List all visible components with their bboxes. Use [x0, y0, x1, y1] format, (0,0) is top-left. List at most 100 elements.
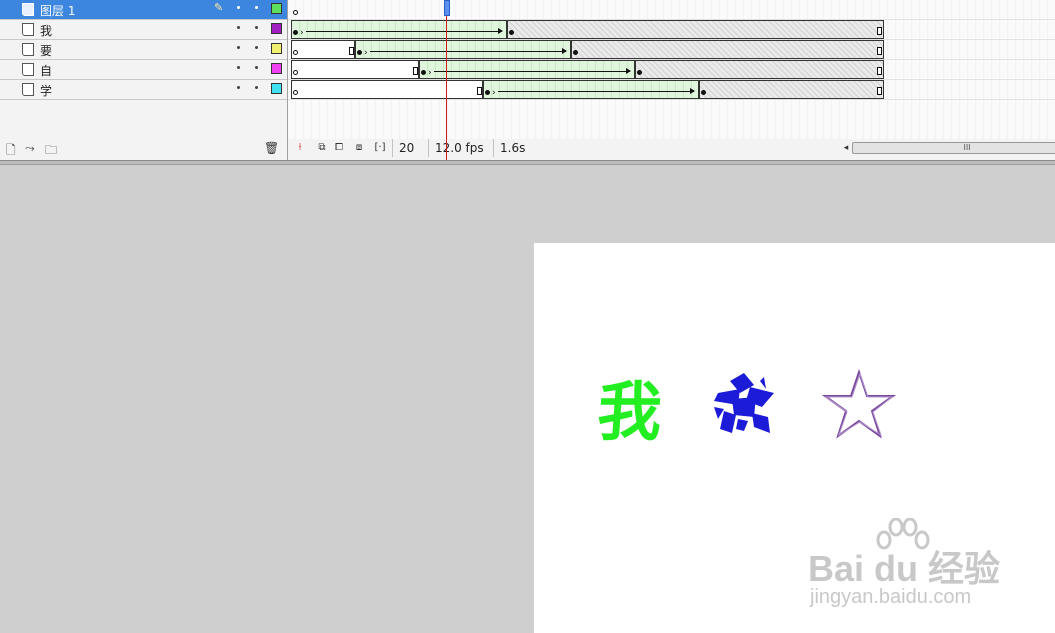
layer-name: 图层 1: [40, 4, 76, 18]
lock-dot[interactable]: [255, 6, 258, 9]
layer-list: 图层 1 ✎ 我 要 自 学 🗋 ⤳ 🗀 🗑: [0, 0, 288, 160]
shape-tween-fragment[interactable]: [710, 371, 778, 437]
lock-dot[interactable]: [255, 26, 258, 29]
keyframe[interactable]: [701, 90, 706, 95]
end-frame-marker[interactable]: [877, 27, 882, 35]
end-frame-marker[interactable]: [877, 67, 882, 75]
empty-frames-span[interactable]: [291, 60, 419, 79]
visibility-dot[interactable]: [237, 86, 240, 89]
star-shape[interactable]: [822, 369, 896, 439]
visibility-dot[interactable]: [237, 26, 240, 29]
scroll-thumb[interactable]: III: [852, 142, 1055, 154]
keyframe[interactable]: [421, 70, 426, 75]
end-frame-marker[interactable]: [877, 87, 882, 95]
visibility-dot[interactable]: [237, 66, 240, 69]
lock-dot[interactable]: [255, 86, 258, 89]
motion-tween-span[interactable]: [291, 20, 507, 39]
text-char-wo[interactable]: 我: [595, 361, 665, 453]
empty-frames-span[interactable]: [291, 80, 483, 99]
frame-rate[interactable]: 12.0 fps: [428, 139, 487, 157]
blank-keyframe[interactable]: [293, 70, 298, 75]
keyframe[interactable]: [293, 30, 298, 35]
layer-icon: [22, 23, 34, 36]
baidu-jingyan-watermark: Bai du 经验 jingyan.baidu.com: [808, 518, 1008, 613]
visibility-dot[interactable]: [237, 46, 240, 49]
static-frames-span[interactable]: [507, 20, 884, 39]
layer-row-xue[interactable]: 学: [0, 80, 287, 100]
insert-layer-icon[interactable]: 🗋: [6, 141, 16, 162]
outline-color-box[interactable]: [271, 3, 282, 14]
tween-arrow: [306, 28, 503, 34]
keyframe[interactable]: [637, 70, 642, 75]
end-frame-marker[interactable]: [349, 47, 354, 55]
watermark-url: jingyan.baidu.com: [810, 586, 972, 608]
playhead-handle[interactable]: [444, 0, 450, 16]
blank-keyframe[interactable]: [293, 90, 298, 95]
insert-folder-icon[interactable]: 🗀: [45, 141, 57, 162]
elapsed-time: 1.6s: [493, 139, 540, 157]
keyframe[interactable]: [509, 30, 514, 35]
static-frames-span[interactable]: [635, 60, 884, 79]
blank-keyframe[interactable]: [293, 50, 298, 55]
keyframe[interactable]: [573, 50, 578, 55]
onion-skin-outlines-icon[interactable]: ⧠: [332, 141, 346, 155]
frame-row-xue: ›: [288, 80, 1055, 100]
empty-frames-span[interactable]: [291, 40, 355, 59]
frames-grid[interactable]: › › › ›: [288, 0, 1055, 139]
layer-icon: [22, 63, 34, 76]
outline-color-box[interactable]: [271, 43, 282, 54]
modify-onion-markers-icon[interactable]: [·]: [373, 141, 387, 155]
layer-icon: [22, 43, 34, 56]
layer-row-wo[interactable]: 我: [0, 20, 287, 40]
static-frames-span[interactable]: [571, 40, 884, 59]
motion-tween-span[interactable]: [355, 40, 571, 59]
horizontal-scrollbar[interactable]: ◂ III: [840, 141, 1055, 155]
tween-start-mark: ›: [428, 68, 432, 78]
tween-arrow: [434, 68, 631, 74]
frame-row-zi: ›: [288, 60, 1055, 80]
layer-row-yao[interactable]: 要: [0, 40, 287, 60]
outline-color-box[interactable]: [271, 63, 282, 74]
end-frame-marker[interactable]: [477, 87, 482, 95]
tween-start-mark: ›: [300, 28, 304, 38]
watermark-title: Bai du 经验: [808, 548, 1001, 589]
playhead-line: [446, 16, 447, 160]
tween-start-mark: ›: [364, 48, 368, 58]
visibility-dot[interactable]: [237, 6, 240, 9]
keyframe[interactable]: [357, 50, 362, 55]
timeline-panel: 图层 1 ✎ 我 要 自 学 🗋 ⤳ 🗀 🗑 › › › › ⍿ ⧉ ⧠ ⧈ […: [0, 0, 1055, 161]
layer-row-1[interactable]: 图层 1 ✎: [0, 0, 287, 20]
blank-keyframe[interactable]: [293, 10, 298, 15]
motion-tween-span[interactable]: [419, 60, 635, 79]
layer-row-zi[interactable]: 自: [0, 60, 287, 80]
layer-name: 自: [40, 64, 53, 78]
add-motion-guide-icon[interactable]: ⤳: [25, 141, 35, 156]
timeline-status-bar: ⍿ ⧉ ⧠ ⧈ [·] 20 12.0 fps 1.6s ◂ III: [288, 139, 1055, 159]
tween-arrow: [370, 48, 567, 54]
layer-icon: [22, 83, 34, 96]
end-frame-marker[interactable]: [413, 67, 418, 75]
layer-icon: [22, 3, 34, 16]
layer-name: 我: [40, 24, 53, 38]
layer-footer-toolbar: 🗋 ⤳ 🗀 🗑: [0, 139, 287, 159]
layer-name: 要: [40, 44, 53, 58]
outline-color-box[interactable]: [271, 23, 282, 34]
pencil-icon: ✎: [214, 1, 224, 14]
keyframe[interactable]: [485, 90, 490, 95]
edit-multiple-frames-icon[interactable]: ⧈: [352, 141, 366, 155]
static-frames-span[interactable]: [699, 80, 884, 99]
motion-tween-span[interactable]: [483, 80, 699, 99]
scroll-left-arrow-icon[interactable]: ◂: [840, 141, 852, 155]
frame-row-wo: ›: [288, 20, 1055, 40]
current-frame: 20: [392, 139, 429, 157]
delete-layer-icon[interactable]: 🗑: [264, 141, 279, 155]
end-frame-marker[interactable]: [877, 47, 882, 55]
frame-row-yao: ›: [288, 40, 1055, 60]
lock-dot[interactable]: [255, 46, 258, 49]
onion-skin-icon[interactable]: ⧉: [315, 141, 329, 155]
tween-start-mark: ›: [492, 88, 496, 98]
tween-arrow: [498, 88, 695, 94]
lock-dot[interactable]: [255, 66, 258, 69]
center-frame-icon[interactable]: ⍿: [293, 141, 307, 155]
outline-color-box[interactable]: [271, 83, 282, 94]
